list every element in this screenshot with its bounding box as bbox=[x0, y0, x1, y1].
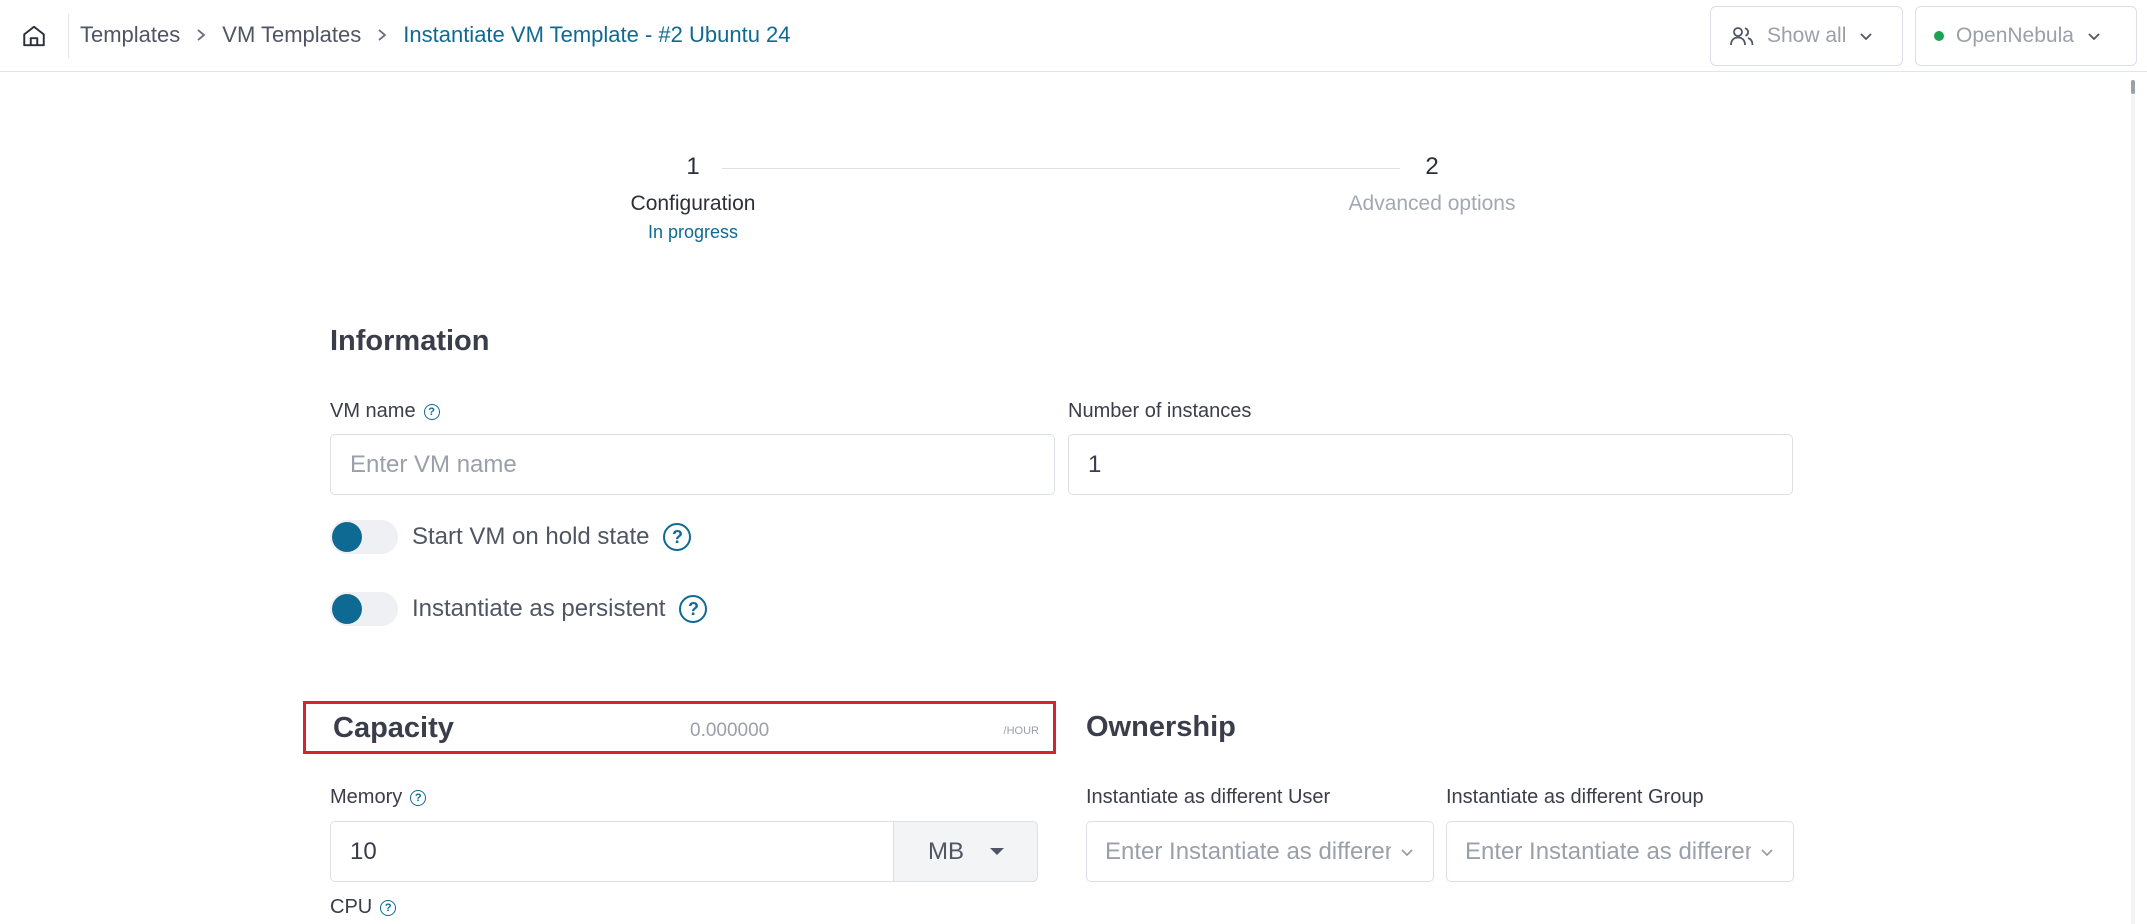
instances-label: Number of instances bbox=[1068, 400, 1252, 422]
caret-down-icon bbox=[990, 848, 1004, 855]
hold-state-row: Start VM on hold state ? bbox=[330, 520, 692, 554]
hold-state-label: Start VM on hold state bbox=[412, 523, 650, 550]
persistent-label: Instantiate as persistent bbox=[412, 595, 666, 622]
step-2-label[interactable]: Advanced options bbox=[1282, 192, 1582, 216]
step-1-label[interactable]: Configuration bbox=[593, 192, 793, 216]
show-all-label: Show all bbox=[1767, 24, 1847, 47]
scrollbar-track[interactable] bbox=[2131, 80, 2135, 924]
vm-name-input[interactable] bbox=[330, 434, 1055, 495]
stepper-connector bbox=[722, 168, 1400, 169]
help-icon[interactable]: ? bbox=[663, 523, 692, 551]
memory-unit-value: MB bbox=[928, 837, 964, 865]
toggle-knob bbox=[332, 522, 362, 552]
show-all-filter-button[interactable]: Show all bbox=[1710, 6, 1903, 66]
capacity-cost-unit: /HOUR bbox=[1003, 725, 1039, 737]
memory-unit-select[interactable]: MB bbox=[893, 821, 1038, 882]
capacity-cost: 0.000000 bbox=[690, 720, 770, 741]
memory-label: Memory ? bbox=[330, 786, 427, 809]
help-icon[interactable]: ? bbox=[410, 789, 427, 806]
different-user-label: Instantiate as different User bbox=[1086, 786, 1331, 808]
instances-input[interactable] bbox=[1068, 434, 1793, 495]
memory-label-text: Memory bbox=[330, 786, 403, 808]
cpu-label-text: CPU bbox=[330, 896, 373, 918]
step-1-status: In progress bbox=[647, 222, 739, 242]
different-group-select[interactable]: Enter Instantiate as different Group bbox=[1446, 821, 1794, 882]
cpu-label: CPU ? bbox=[330, 896, 397, 919]
chevron-down-icon bbox=[1759, 844, 1775, 860]
zone-label: OpenNebula bbox=[1956, 24, 2074, 47]
capacity-section-title: Capacity bbox=[333, 712, 454, 744]
ownership-section-title: Ownership bbox=[1086, 711, 1236, 743]
home-icon bbox=[23, 25, 45, 47]
vm-name-label: VM name ? bbox=[330, 400, 440, 423]
zone-status-dot bbox=[1934, 31, 1944, 41]
hold-state-toggle[interactable] bbox=[330, 520, 398, 554]
chevron-right-icon bbox=[194, 28, 208, 42]
divider bbox=[68, 14, 69, 58]
vm-name-label-text: VM name bbox=[330, 400, 416, 422]
home-button[interactable] bbox=[18, 20, 50, 52]
persistent-toggle[interactable] bbox=[330, 592, 398, 626]
zone-selector-button[interactable]: OpenNebula bbox=[1915, 6, 2137, 66]
different-group-placeholder: Enter Instantiate as different Group bbox=[1465, 837, 1751, 865]
different-user-select[interactable]: Enter Instantiate as different User bbox=[1086, 821, 1434, 882]
chevron-down-icon bbox=[1860, 33, 1873, 41]
toggle-knob bbox=[332, 594, 362, 624]
step-1-number[interactable]: 1 bbox=[673, 153, 713, 181]
breadcrumb-current: Instantiate VM Template - #2 Ubuntu 24 bbox=[403, 22, 791, 47]
scrollbar-thumb[interactable] bbox=[2131, 80, 2135, 94]
help-icon[interactable]: ? bbox=[380, 899, 397, 916]
memory-input[interactable] bbox=[330, 821, 895, 882]
different-group-label: Instantiate as different Group bbox=[1446, 786, 1704, 808]
help-icon[interactable]: ? bbox=[679, 595, 708, 623]
information-section-title: Information bbox=[330, 325, 490, 357]
step-2-number[interactable]: 2 bbox=[1412, 153, 1452, 181]
breadcrumb-vm-templates[interactable]: VM Templates bbox=[222, 22, 361, 48]
persistent-row: Instantiate as persistent ? bbox=[330, 592, 708, 626]
users-icon bbox=[1730, 27, 1754, 46]
chevron-right-icon bbox=[375, 28, 389, 42]
different-user-placeholder: Enter Instantiate as different User bbox=[1105, 837, 1391, 865]
chevron-down-icon bbox=[1399, 844, 1415, 860]
top-bar: Templates VM Templates Instantiate VM Te… bbox=[0, 0, 2147, 72]
capacity-header-highlight: Capacity 0.000000 /HOUR bbox=[303, 701, 1056, 754]
chevron-down-icon bbox=[2088, 33, 2100, 41]
breadcrumb: Templates VM Templates Instantiate VM Te… bbox=[80, 22, 791, 48]
help-icon[interactable]: ? bbox=[423, 403, 440, 420]
breadcrumb-templates[interactable]: Templates bbox=[80, 22, 180, 48]
